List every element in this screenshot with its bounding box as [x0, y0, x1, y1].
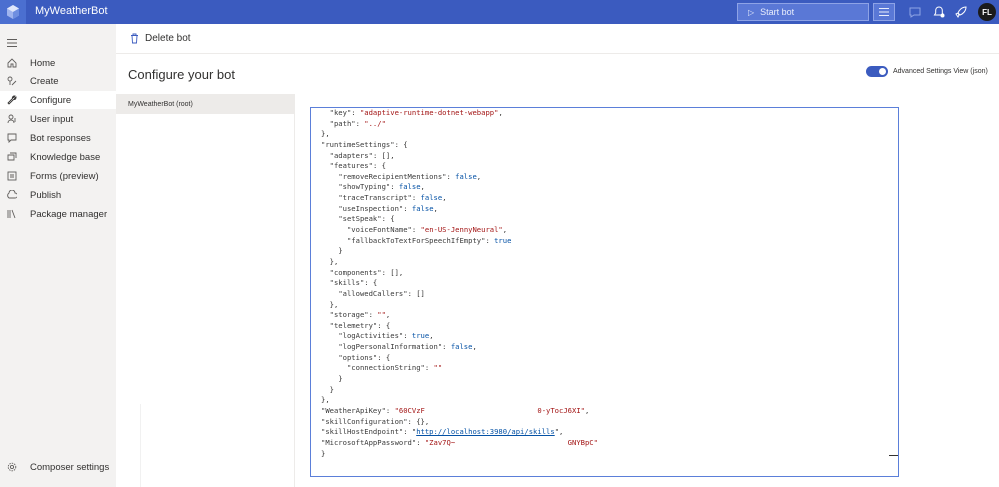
- nav-item-label: Publish: [30, 189, 62, 201]
- code-line: },: [321, 299, 339, 309]
- menu-icon: [879, 8, 889, 16]
- code-line: "telemetry": {: [329, 320, 391, 330]
- nav-item-label: User input: [30, 113, 74, 125]
- hamburger-menu-icon[interactable]: [7, 34, 17, 52]
- start-bot-menu-button[interactable]: [873, 3, 895, 21]
- app-title: MyWeatherBot: [35, 5, 108, 17]
- code-line: "skillHostEndpoint": "http://localhost:3…: [321, 427, 564, 437]
- code-line: }: [321, 246, 343, 256]
- nav-item-label: Composer settings: [30, 461, 110, 473]
- code-line: "fallbackToTextForSpeechIfEmpty": true: [346, 235, 512, 245]
- code-line: "logActivities": true,: [338, 331, 434, 341]
- toggle-label: Advanced Settings View (json): [893, 68, 988, 75]
- toolbar: Delete bot: [116, 24, 999, 54]
- notifications-icon[interactable]: [932, 5, 946, 19]
- code-line: "features": {: [329, 161, 386, 171]
- code-line: "allowedCallers": []: [338, 288, 425, 298]
- code-line: },: [321, 129, 330, 139]
- code-line: },: [321, 395, 330, 405]
- wrench-icon: [6, 94, 18, 106]
- nav-item-knowledge-base[interactable]: Knowledge base: [0, 148, 116, 166]
- code-line: "logPersonalInformation": false,: [338, 342, 477, 352]
- play-icon: ▷: [748, 7, 755, 17]
- code-line: }: [321, 384, 334, 394]
- left-navigation: Home Create Configure User input Bot res…: [0, 24, 116, 487]
- chat-icon[interactable]: [908, 5, 922, 19]
- user-input-icon: [6, 113, 18, 125]
- home-icon: [6, 57, 18, 69]
- delete-bot-label: Delete bot: [145, 33, 191, 44]
- create-icon: [6, 75, 18, 87]
- code-line: "options": {: [338, 352, 391, 362]
- code-line: "adapters": [],: [329, 150, 395, 160]
- delete-bot-button[interactable]: Delete bot: [130, 33, 191, 44]
- nav-item-package-manager[interactable]: Package manager: [0, 205, 116, 223]
- nav-item-configure[interactable]: Configure: [0, 91, 116, 109]
- forms-icon: [6, 170, 18, 182]
- start-bot-label: Start bot: [760, 7, 795, 17]
- code-line: "skills": {: [329, 278, 378, 288]
- rocket-icon[interactable]: [954, 5, 968, 19]
- code-line: "connectionString": "": [346, 363, 443, 373]
- nav-item-bot-responses[interactable]: Bot responses: [0, 129, 116, 147]
- publish-icon: [6, 189, 18, 201]
- divider: [140, 404, 141, 487]
- nav-item-publish[interactable]: Publish: [0, 186, 116, 204]
- trash-icon: [131, 33, 138, 44]
- code-line: "components": [],: [329, 267, 404, 277]
- code-line: "key": "adaptive-runtime-dotnet-webapp",: [329, 108, 503, 117]
- code-line: "setSpeak": {: [338, 214, 395, 224]
- bot-list-item[interactable]: MyWeatherBot (root): [116, 94, 294, 114]
- json-editor[interactable]: "key": "adaptive-runtime-dotnet-webapp",…: [310, 107, 899, 477]
- nav-item-label: Bot responses: [30, 132, 91, 144]
- code-line: "voiceFontName": "en-US-JennyNeural",: [346, 225, 508, 235]
- code-line: "traceTranscript": false,: [338, 193, 447, 203]
- composer-logo-icon: [0, 0, 26, 24]
- code-line: "removeRecipientMentions": false,: [338, 171, 482, 181]
- pane-divider: [294, 94, 295, 487]
- code-line: }: [321, 448, 326, 458]
- page-title: Configure your bot: [128, 67, 235, 82]
- nav-item-forms-preview[interactable]: Forms (preview): [0, 167, 116, 185]
- nav-item-label: Forms (preview): [30, 170, 99, 182]
- nav-item-home[interactable]: Home: [0, 54, 116, 72]
- nav-item-label: Knowledge base: [30, 151, 101, 163]
- top-bar: MyWeatherBot ▷ Start bot FL: [0, 0, 999, 24]
- json-editor-content[interactable]: "key": "adaptive-runtime-dotnet-webapp",…: [321, 108, 598, 459]
- bot-responses-icon: [6, 132, 18, 144]
- code-line: },: [321, 256, 339, 266]
- nav-item-user-input[interactable]: User input: [0, 110, 116, 128]
- knowledge-base-icon: [6, 151, 18, 163]
- nav-item-label: Package manager: [30, 208, 108, 220]
- nav-item-composer-settings[interactable]: Composer settings: [0, 458, 116, 476]
- code-line: "showTyping": false,: [338, 182, 425, 192]
- nav-item-label: Home: [30, 57, 56, 69]
- gear-icon: [6, 461, 18, 473]
- editor-scroll-marker: [889, 455, 898, 456]
- package-manager-icon: [6, 208, 18, 220]
- code-line: "storage": "",: [329, 310, 391, 320]
- code-line: "WeatherApiKey": "60CVzF 0-yTocJ6XI",: [321, 405, 590, 415]
- avatar[interactable]: FL: [978, 3, 996, 21]
- code-line: "MicrosoftAppPassword": "Zav7Q~ GNYBpC": [321, 437, 598, 447]
- code-line: }: [321, 374, 343, 384]
- code-line: "path": "../": [329, 118, 386, 128]
- toggle-switch[interactable]: [866, 66, 888, 77]
- code-line: "skillConfiguration": {},: [321, 416, 430, 426]
- code-line: "useInspection": false,: [338, 203, 438, 213]
- code-line: "runtimeSettings": {: [321, 139, 408, 149]
- nav-item-label: Configure: [30, 94, 72, 106]
- nav-item-create[interactable]: Create: [0, 72, 116, 90]
- advanced-settings-toggle[interactable]: Advanced Settings View (json): [866, 66, 988, 77]
- bot-list: MyWeatherBot (root): [116, 94, 294, 487]
- start-bot-button[interactable]: ▷ Start bot: [737, 3, 869, 21]
- nav-item-label: Create: [30, 75, 59, 87]
